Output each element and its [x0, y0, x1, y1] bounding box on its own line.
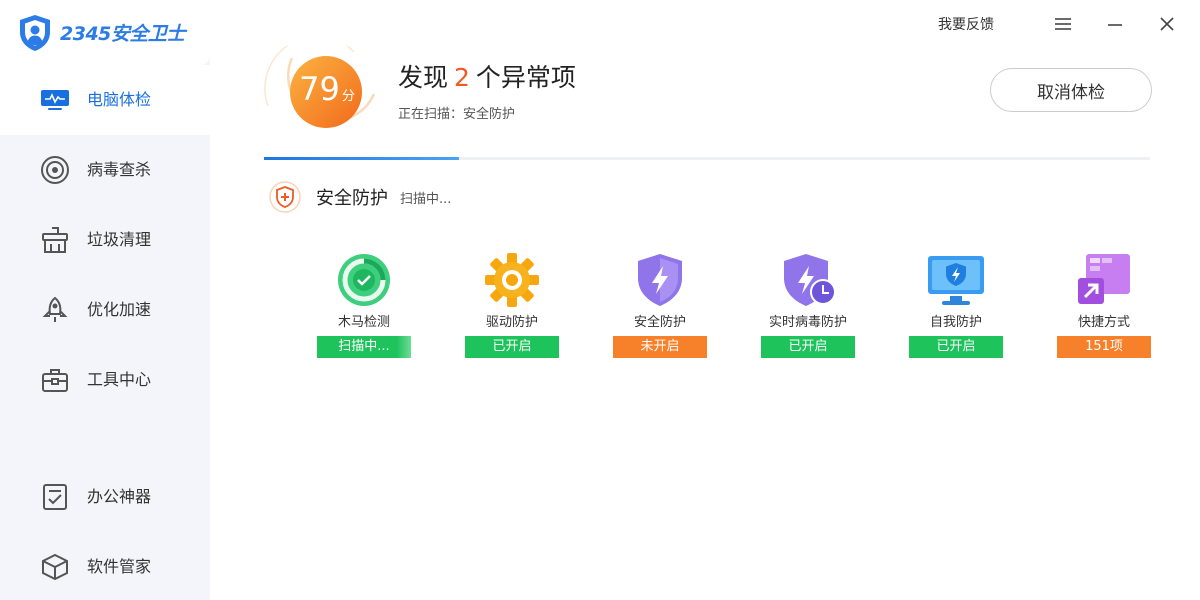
shortcut-icon [1072, 252, 1136, 308]
check-item-self-protection[interactable]: 自我防护 已开启 [908, 252, 1004, 360]
hamburger-icon[interactable] [1050, 11, 1076, 37]
app-logo: 2345安全卫士 [0, 0, 210, 65]
check-item-shortcuts[interactable]: 快捷方式 151项 [1056, 252, 1152, 360]
status-badge: 已开启 [909, 336, 1003, 358]
item-label: 实时病毒防护 [768, 315, 847, 330]
issue-count: 2 [454, 63, 470, 92]
status-badge: 已开启 [761, 336, 855, 358]
rocket-icon [38, 293, 72, 327]
logo-text: 2345安全卫士 [60, 23, 185, 45]
status-badge: 扫描中... [317, 336, 411, 358]
target-icon [38, 153, 72, 187]
broom-icon [38, 223, 72, 257]
logo-shield-icon [20, 14, 50, 51]
sidebar-item-label: 电脑体检 [87, 90, 152, 109]
scan-progress-bar [264, 157, 1150, 160]
section-header: 安全防护 扫描中... [268, 180, 451, 214]
sidebar-item-label: 垃圾清理 [87, 230, 152, 249]
gear-icon [480, 252, 544, 308]
shield-bolt-icon [628, 252, 692, 308]
section-title: 安全防护 [316, 188, 388, 209]
trojan-scan-icon [332, 252, 396, 308]
feedback-link[interactable]: 我要反馈 [938, 14, 994, 34]
item-label: 木马检测 [337, 315, 390, 330]
item-label: 驱动防护 [485, 315, 538, 330]
headline-prefix: 发现 [398, 63, 449, 92]
status-badge: 未开启 [613, 336, 707, 358]
sidebar-item-pc-checkup[interactable]: 电脑体检 [0, 65, 210, 135]
status-badge: 已开启 [465, 336, 559, 358]
sidebar-item-label: 办公神器 [87, 487, 152, 506]
page-title: 发现 2 个异常项 [398, 58, 576, 94]
check-item-security[interactable]: 安全防护 未开启 [612, 252, 708, 360]
item-label: 自我防护 [929, 315, 982, 330]
sidebar: 2345安全卫士 电脑体检 病毒查杀 垃圾清理 优化加速 工具中心 办公神器 软… [0, 0, 210, 600]
shield-plus-icon [269, 181, 301, 213]
window-controls: 我要反馈 [938, 10, 1180, 38]
scanning-status: 正在扫描：安全防护 [398, 107, 516, 122]
sidebar-item-optimize[interactable]: 优化加速 [0, 275, 210, 345]
check-item-realtime-virus[interactable]: 实时病毒防护 已开启 [760, 252, 856, 360]
score-badge: 79 分 [262, 35, 380, 138]
minimize-icon[interactable] [1102, 11, 1128, 37]
monitor-icon [38, 83, 72, 117]
score-value: 79 分 [292, 70, 362, 108]
checklist-icon [38, 480, 72, 514]
sidebar-item-label: 软件管家 [87, 557, 152, 576]
check-item-trojan[interactable]: 木马检测 扫描中... [316, 252, 412, 360]
headline-suffix: 个异常项 [475, 63, 576, 92]
sidebar-item-label: 病毒查杀 [87, 160, 152, 179]
toolbox-icon [38, 363, 72, 397]
scan-progress-fill [264, 157, 459, 160]
score-number: 79 [299, 70, 340, 108]
sidebar-item-virus-scan[interactable]: 病毒查杀 [0, 135, 210, 205]
shield-clock-icon [776, 252, 840, 308]
section-status: 扫描中... [400, 191, 452, 207]
sidebar-item-junk-clean[interactable]: 垃圾清理 [0, 205, 210, 275]
sidebar-item-tool-center[interactable]: 工具中心 [0, 345, 210, 415]
cancel-checkup-button[interactable]: 取消体检 [990, 68, 1152, 112]
score-unit: 分 [341, 89, 355, 104]
sidebar-item-office-tools[interactable]: 办公神器 [0, 462, 210, 532]
sidebar-item-label: 工具中心 [87, 370, 152, 389]
sidebar-item-label: 优化加速 [87, 300, 152, 319]
close-icon[interactable] [1154, 11, 1180, 37]
item-label: 安全防护 [633, 315, 686, 330]
item-label: 快捷方式 [1077, 315, 1130, 330]
sidebar-item-software-manager[interactable]: 软件管家 [0, 532, 210, 600]
monitor-shield-icon [924, 252, 988, 308]
box-icon [38, 550, 72, 584]
check-item-driver[interactable]: 驱动防护 已开启 [464, 252, 560, 360]
status-badge: 151项 [1057, 336, 1151, 358]
